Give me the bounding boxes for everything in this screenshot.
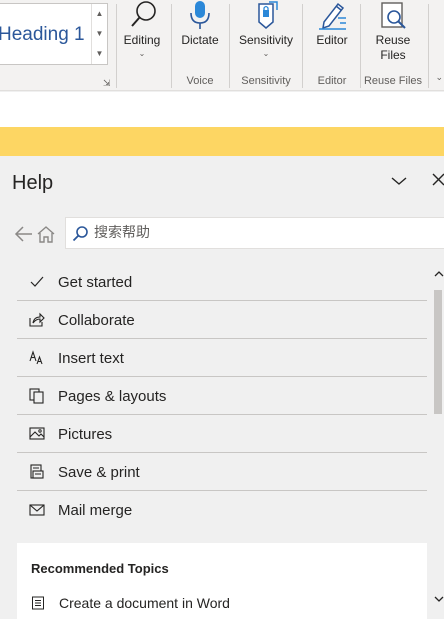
search-box[interactable] [65, 217, 444, 249]
reuse-files-label-line1: Reuse [375, 33, 411, 47]
group-label-editor: Editor [317, 75, 347, 87]
topic-label: Pictures [58, 426, 113, 443]
ribbon-expand-chevron-icon[interactable]: ⌄ [435, 72, 443, 83]
topic-get-started[interactable]: Get started [17, 263, 427, 301]
search-input[interactable] [94, 218, 434, 248]
scroll-down-icon[interactable] [434, 595, 444, 603]
group-label-voice: Voice [186, 75, 214, 87]
topic-label: Save & print [58, 464, 140, 481]
group-label-sensitivity: Sensitivity [241, 75, 291, 87]
topic-label: Get started [58, 274, 133, 291]
close-icon[interactable] [429, 170, 444, 190]
search-icon [72, 226, 88, 242]
ribbon: Heading 1 ▲ ▼ ▼ ⇲ Editing ⌄ Dictate Sens… [0, 0, 444, 91]
dictate-button[interactable]: Dictate [176, 0, 224, 48]
gallery-scroll-down-icon[interactable]: ▼ [92, 24, 107, 44]
topic-pictures[interactable]: Pictures [17, 415, 427, 453]
share-icon [29, 312, 45, 327]
topic-mail-merge[interactable]: Mail merge [17, 491, 427, 529]
topic-collaborate[interactable]: Collaborate [17, 301, 427, 339]
style-gallery-current-style[interactable]: Heading 1 [0, 24, 85, 46]
help-pane-scrollbar[interactable] [431, 268, 444, 619]
editor-pen-icon [319, 2, 346, 30]
document-strip [0, 92, 444, 127]
reuse-files-icon [381, 2, 406, 29]
reuse-files-button[interactable]: Reuse Files [366, 0, 420, 63]
editing-button[interactable]: Editing ⌄ [120, 0, 164, 58]
sensitivity-tag-icon [258, 1, 278, 29]
styles-dialog-launcher-icon[interactable]: ⇲ [103, 78, 111, 89]
microphone-icon [190, 1, 210, 29]
sensitivity-button[interactable]: Sensitivity ⌄ [235, 0, 297, 58]
pages-icon [29, 388, 44, 404]
chevron-down-icon[interactable] [389, 171, 409, 191]
ribbon-separator [302, 4, 303, 88]
gallery-more-icon[interactable]: ▼ [92, 44, 107, 64]
dictate-label: Dictate [181, 33, 219, 47]
reuse-files-label-line2: Files [380, 48, 406, 62]
topic-label: Mail merge [58, 502, 133, 519]
topic-label: Pages & layouts [58, 388, 167, 405]
style-gallery-scroll: ▲ ▼ ▼ [91, 4, 107, 64]
help-pane: Help Get started [0, 156, 444, 619]
document-list-icon [32, 596, 44, 610]
topic-pages-layouts[interactable]: Pages & layouts [17, 377, 427, 415]
topic-insert-text[interactable]: Insert text [17, 339, 427, 377]
picture-icon [29, 427, 45, 440]
recommended-topic-label: Create a document in Word [59, 595, 230, 611]
chevron-down-icon: ⌄ [262, 49, 270, 58]
help-pane-title: Help [12, 172, 54, 194]
ribbon-separator [360, 4, 361, 88]
group-label-reuse-files: Reuse Files [363, 75, 423, 87]
chevron-down-icon: ⌄ [138, 49, 146, 58]
checkmark-icon [30, 276, 44, 287]
topic-label: Collaborate [58, 312, 135, 329]
notification-bar [0, 127, 444, 156]
help-topic-list: Get started Collaborate Insert text Page… [17, 263, 427, 529]
scroll-up-icon[interactable] [434, 270, 444, 278]
ribbon-separator [428, 4, 429, 88]
ribbon-separator [229, 4, 230, 88]
gallery-scroll-up-icon[interactable]: ▲ [92, 4, 107, 24]
scrollbar-thumb[interactable] [434, 290, 442, 414]
style-gallery[interactable]: Heading 1 ▲ ▼ ▼ [0, 3, 108, 65]
editor-button[interactable]: Editor [308, 0, 356, 48]
editing-label: Editing [123, 33, 161, 47]
home-icon[interactable] [36, 225, 56, 243]
search-icon [131, 1, 156, 27]
ribbon-separator [171, 4, 172, 88]
mail-icon [29, 504, 45, 516]
ribbon-separator [116, 4, 117, 88]
recommended-topics-title: Recommended Topics [31, 561, 169, 576]
text-size-icon [29, 350, 43, 365]
back-arrow-icon[interactable] [14, 225, 34, 243]
editor-label: Editor [316, 33, 348, 47]
save-print-icon [30, 464, 44, 479]
recommended-topics-card: Recommended Topics Create a document in … [17, 543, 427, 619]
topic-save-print[interactable]: Save & print [17, 453, 427, 491]
sensitivity-label: Sensitivity [238, 33, 294, 47]
topic-label: Insert text [58, 350, 124, 367]
